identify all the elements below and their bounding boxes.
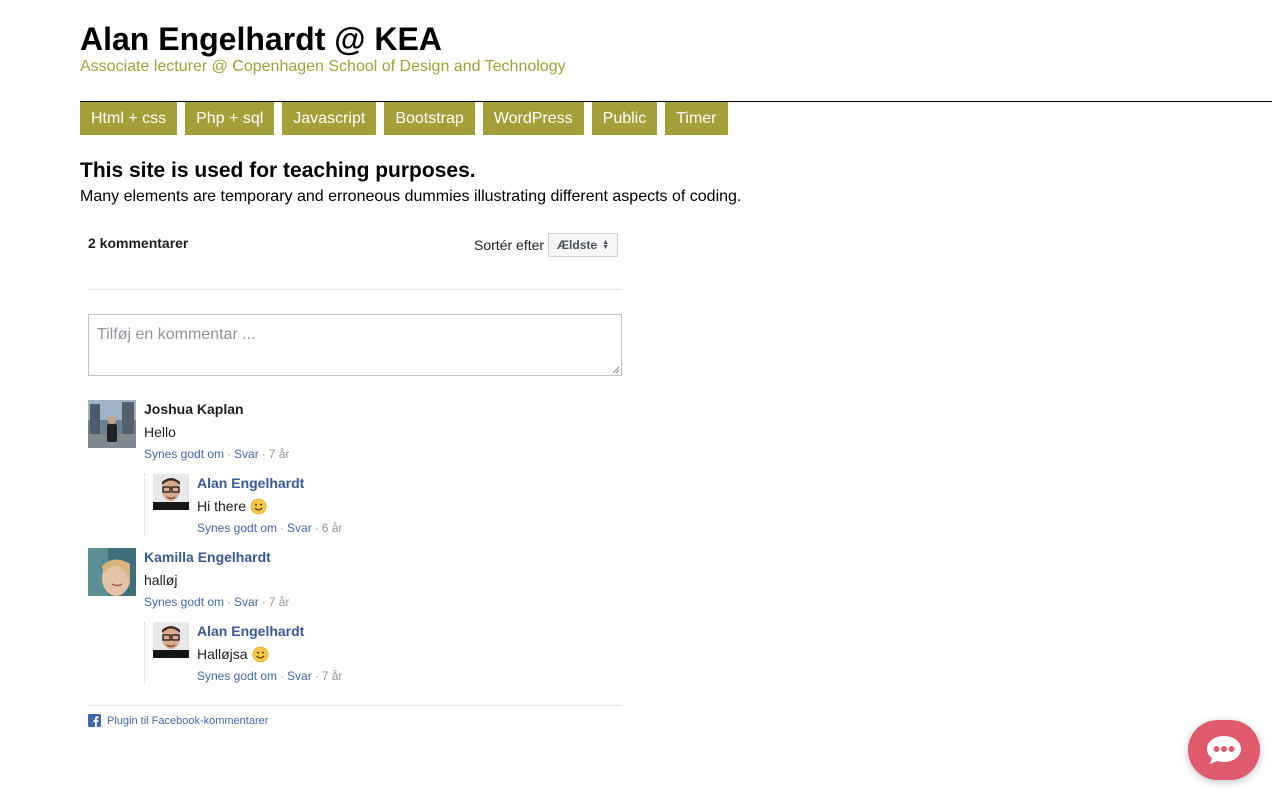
- sort-arrows-icon: ▲ ▼: [602, 239, 609, 251]
- comment-body: Joshua Kaplan Hello Synes godt om · Svar · 7…: [144, 400, 289, 462]
- comment-author[interactable]: Kamilla Engelhardt: [144, 548, 289, 566]
- nav-item-timer[interactable]: Timer: [665, 102, 728, 135]
- comment-body: Alan Engelhardt Halløjsa Synes godt om ·…: [197, 622, 342, 684]
- comment-text-content: halløj: [144, 572, 178, 588]
- plugin-footer-link[interactable]: Plugin til Facebook-kommentarer: [107, 715, 268, 727]
- comment-body: Kamilla Engelhardt halløj Synes godt om ·…: [144, 548, 289, 610]
- resize-grip-icon[interactable]: [612, 366, 620, 374]
- intro-heading: This site is used for teaching purposes.: [80, 159, 476, 182]
- comment-text: halløj: [144, 571, 289, 589]
- like-link[interactable]: Synes godt om: [197, 521, 277, 535]
- comment-text: Hello: [144, 423, 289, 441]
- reply: Alan Engelhardt Hi there Synes godt om ·…: [153, 474, 622, 536]
- reply-thread: Alan Engelhardt Halløjsa Synes godt om ·…: [144, 622, 622, 684]
- reply-link[interactable]: Svar: [234, 595, 259, 609]
- plugin-footer: Plugin til Facebook-kommentarer: [88, 705, 622, 727]
- comment-author[interactable]: Joshua Kaplan: [144, 400, 289, 418]
- reply-link[interactable]: Svar: [287, 669, 312, 683]
- nav-item-bootstrap[interactable]: Bootstrap: [384, 102, 475, 135]
- separator-dot: ·: [227, 595, 232, 609]
- comment-author[interactable]: Alan Engelhardt: [197, 622, 342, 640]
- reply-thread: Alan Engelhardt Hi there Synes godt om ·…: [144, 474, 622, 536]
- comment-age[interactable]: 6 år: [322, 521, 343, 535]
- sort-value: Ældste: [557, 238, 598, 252]
- site-subtitle: Associate lecturer @ Copenhagen School o…: [80, 58, 566, 75]
- comment: Kamilla Engelhardt halløj Synes godt om ·…: [88, 548, 622, 610]
- nav-item-html-css[interactable]: Html + css: [80, 102, 178, 135]
- comment-author[interactable]: Alan Engelhardt: [197, 474, 342, 492]
- facebook-comments-plugin: 2 kommentarer Sortér efter Ældste ▲ ▼ Ti…: [88, 228, 622, 727]
- comment-input[interactable]: [89, 315, 621, 375]
- separator-dot: ·: [227, 447, 232, 461]
- comment-thread: Joshua Kaplan Hello Synes godt om · Svar · 7…: [88, 400, 622, 536]
- like-link[interactable]: Synes godt om: [144, 447, 224, 461]
- avatar[interactable]: [88, 400, 136, 448]
- comment-age[interactable]: 7 år: [322, 669, 343, 683]
- sort-select[interactable]: Ældste ▲ ▼: [548, 233, 618, 257]
- smiley-emoji-icon: [250, 498, 267, 514]
- separator-dot: ·: [261, 447, 266, 461]
- comment-text-content: Hi there: [197, 498, 247, 514]
- comment-actions: Synes godt om · Svar · 7 år: [197, 668, 342, 684]
- reply-link[interactable]: Svar: [234, 447, 259, 461]
- comment-body: Alan Engelhardt Hi there Synes godt om ·…: [197, 474, 342, 536]
- reply: Alan Engelhardt Halløjsa Synes godt om ·…: [153, 622, 622, 684]
- like-link[interactable]: Synes godt om: [144, 595, 224, 609]
- comment-age[interactable]: 7 år: [269, 447, 290, 461]
- comment-text-content: Halløjsa: [197, 646, 248, 662]
- chat-launcher-button[interactable]: [1188, 720, 1260, 780]
- separator-dot: ·: [314, 521, 319, 535]
- avatar[interactable]: [88, 548, 136, 596]
- facebook-icon: [88, 714, 101, 727]
- nav-item-wordpress[interactable]: WordPress: [482, 102, 584, 135]
- comment-text: Hi there: [197, 497, 342, 515]
- page: Alan Engelhardt @ KEA Associate lecturer…: [0, 0, 1280, 800]
- comment-thread: Kamilla Engelhardt halløj Synes godt om ·…: [88, 548, 622, 684]
- comment-list: Joshua Kaplan Hello Synes godt om · Svar · 7…: [88, 400, 622, 684]
- separator-dot: ·: [261, 595, 266, 609]
- smiley-emoji-icon: [252, 646, 269, 662]
- nav-item-public[interactable]: Public: [591, 102, 658, 135]
- site-title[interactable]: Alan Engelhardt @ KEA: [80, 19, 442, 59]
- comments-header: 2 kommentarer Sortér efter Ældste ▲ ▼: [88, 228, 622, 290]
- avatar[interactable]: [153, 622, 189, 658]
- comment-count: 2 kommentarer: [88, 235, 189, 251]
- nav-item-javascript[interactable]: Javascript: [282, 102, 377, 135]
- separator-dot: ·: [314, 669, 319, 683]
- separator-dot: ·: [280, 521, 285, 535]
- reply-link[interactable]: Svar: [287, 521, 312, 535]
- comment-actions: Synes godt om · Svar · 6 år: [197, 520, 342, 536]
- comment-text: Halløjsa: [197, 645, 342, 663]
- chat-bubble-icon: [1207, 736, 1241, 764]
- main-nav: Html + css Php + sql Javascript Bootstra…: [80, 102, 728, 135]
- nav-item-php-sql[interactable]: Php + sql: [185, 102, 275, 135]
- comment-text-content: Hello: [144, 424, 176, 440]
- comment-actions: Synes godt om · Svar · 7 år: [144, 446, 289, 462]
- sort-control: Sortér efter Ældste ▲ ▼: [474, 233, 618, 257]
- intro-text: Many elements are temporary and erroneou…: [80, 188, 742, 205]
- separator-dot: ·: [280, 669, 285, 683]
- avatar[interactable]: [153, 474, 189, 510]
- comment-age[interactable]: 7 år: [269, 595, 290, 609]
- comment-actions: Synes godt om · Svar · 7 år: [144, 594, 289, 610]
- comment: Joshua Kaplan Hello Synes godt om · Svar · 7…: [88, 400, 622, 462]
- sort-label: Sortér efter: [474, 237, 545, 253]
- like-link[interactable]: Synes godt om: [197, 669, 277, 683]
- comment-input-box: [88, 314, 622, 376]
